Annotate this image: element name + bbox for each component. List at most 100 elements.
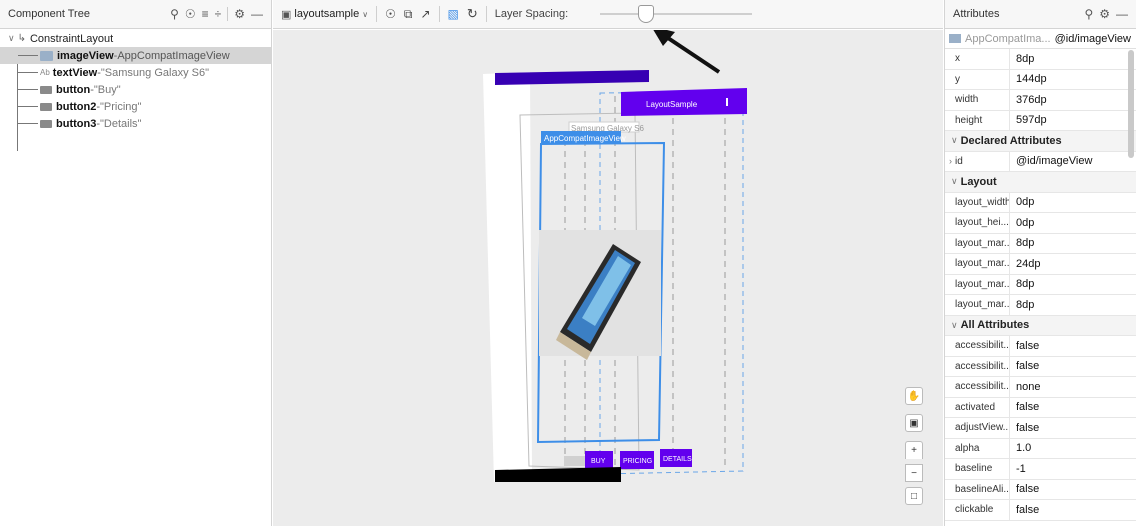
attr-value[interactable]: false [1010, 504, 1039, 516]
design-canvas[interactable]: LayoutSample Samsung Galaxy S6 AppCompat… [273, 26, 943, 526]
tree-item-type: "Samsung Galaxy S6" [100, 66, 209, 79]
attributes-table: x 8dp y 144dp width 376dp height 597dp ∨ Decl… [945, 49, 1136, 521]
layer-3d-view[interactable]: LayoutSample Samsung Galaxy S6 AppCompat… [273, 26, 943, 526]
attr-key: width [945, 90, 1010, 110]
attr-value[interactable]: 8dp [1010, 278, 1034, 290]
attr-value[interactable]: 0dp [1010, 217, 1034, 229]
minimize-icon[interactable]: — [1116, 8, 1128, 20]
section-all-attributes[interactable]: ∨ All Attributes [945, 315, 1136, 336]
attr-row-layout[interactable]: layout_mar... 8dp [945, 233, 1136, 254]
attr-row-all[interactable]: baselineAli... false [945, 479, 1136, 500]
attr-row-layout[interactable]: layout_mar... 8dp [945, 295, 1136, 316]
attr-key: alpha [945, 438, 1010, 458]
attr-row-x[interactable]: x 8dp [945, 49, 1136, 70]
tree-branch [18, 123, 38, 124]
attr-row-width[interactable]: width 376dp [945, 90, 1136, 111]
minimize-icon[interactable]: — [251, 8, 263, 20]
layer-spacing-slider-thumb[interactable] [638, 5, 654, 23]
attr-key: clickable [945, 500, 1010, 520]
zoom-out-icon[interactable]: − [905, 464, 923, 482]
refresh-icon[interactable]: ↻ [467, 6, 478, 22]
chevron-right-icon[interactable]: › [949, 156, 952, 166]
attr-row-layout[interactable]: layout_mar... 24dp [945, 254, 1136, 275]
component-tree-title: Component Tree [8, 8, 90, 20]
chevron-down-icon: ∨ [951, 319, 958, 330]
attr-value[interactable]: false [1010, 422, 1039, 434]
attr-row-layout[interactable]: layout_width 0dp [945, 192, 1136, 213]
divider [227, 7, 229, 21]
gear-icon[interactable]: ⚙ [234, 8, 245, 20]
selected-component-summary: AppCompatIma... @id/imageView [945, 29, 1136, 49]
attr-value[interactable]: 24dp [1010, 258, 1040, 270]
layer-spacing-slider-track[interactable] [600, 13, 752, 15]
zoom-to-fit-icon[interactable]: □ [905, 487, 923, 505]
attr-value[interactable]: 0dp [1010, 196, 1034, 208]
tree-branch [18, 55, 38, 56]
attr-row-all[interactable]: baseline -1 [945, 459, 1136, 480]
attr-value[interactable]: false [1010, 340, 1039, 352]
tree-item-button2[interactable]: button2 - "Pricing" [0, 98, 271, 115]
tree-branch [18, 72, 38, 73]
attr-row-all[interactable]: adjustView... false [945, 418, 1136, 439]
fit-icon[interactable]: ▣ [905, 414, 923, 432]
attr-value[interactable]: 8dp [1010, 299, 1034, 311]
attr-key: adjustView... [945, 418, 1010, 438]
gear-icon[interactable]: ⚙ [1099, 8, 1110, 20]
attr-value[interactable]: false [1010, 401, 1039, 413]
attr-row-all[interactable]: accessibilit... false [945, 336, 1136, 357]
snapshot-icon[interactable]: ⧉ [404, 7, 413, 22]
search-icon[interactable]: ⚲ [170, 8, 179, 20]
attr-row-all[interactable]: activated false [945, 397, 1136, 418]
attr-row-y[interactable]: y 144dp [945, 69, 1136, 90]
collapse-all-icon[interactable]: ÷ [215, 8, 222, 20]
tree-item-name: button3 [56, 117, 97, 130]
attr-value[interactable]: 144dp [1010, 73, 1047, 85]
zoom-in-icon[interactable]: + [905, 441, 923, 459]
status-bar-layer [495, 70, 649, 85]
attr-value[interactable]: 376dp [1010, 94, 1047, 106]
attributes-scrollbar[interactable] [1128, 50, 1134, 158]
attr-row-id[interactable]: › id @id/imageView [945, 151, 1136, 172]
attr-value[interactable]: 1.0 [1010, 442, 1031, 454]
eye-icon[interactable]: ☉ [385, 7, 396, 21]
attr-value[interactable]: 597dp [1010, 114, 1047, 126]
section-title: All Attributes [960, 319, 1030, 332]
tree-item-button3[interactable]: button3 - "Details" [0, 115, 271, 132]
tree-item-textview[interactable]: Ab textView - "Samsung Galaxy S6" [0, 64, 271, 81]
attr-row-height[interactable]: height 597dp [945, 110, 1136, 131]
attr-value[interactable]: @id/imageView [1010, 155, 1092, 167]
attr-row-layout[interactable]: layout_mar... 8dp [945, 274, 1136, 295]
attr-row-all[interactable]: clickable false [945, 500, 1136, 521]
attr-value[interactable]: 8dp [1010, 53, 1034, 65]
layout-select-dropdown[interactable]: ▣ layoutsample ∨ [281, 8, 368, 21]
attr-value[interactable]: -1 [1010, 463, 1026, 475]
annotation-arrow [663, 34, 721, 74]
image-view-icon [949, 34, 961, 43]
button-pricing-label: PRICING [623, 458, 652, 465]
chevron-down-icon[interactable]: ∨ [8, 33, 15, 44]
eye-icon[interactable]: ☉ [185, 8, 196, 20]
section-declared-attributes[interactable]: ∨ Declared Attributes [945, 131, 1136, 152]
attr-value[interactable]: none [1010, 381, 1040, 393]
pan-hand-icon[interactable]: ✋ [905, 387, 923, 405]
attr-value[interactable]: false [1010, 360, 1039, 372]
attr-key: layout_mar... [945, 295, 1010, 315]
attr-row-all[interactable]: accessibilit... none [945, 377, 1136, 398]
export-icon[interactable]: ↗ [420, 7, 430, 21]
attr-value[interactable]: false [1010, 483, 1039, 495]
attr-row-layout[interactable]: layout_hei... 0dp [945, 213, 1136, 234]
tree-item-button[interactable]: button - "Buy" [0, 81, 271, 98]
attributes-title: Attributes [953, 8, 1000, 20]
expand-all-icon[interactable]: ≡ [202, 8, 209, 20]
tree-root-constraintlayout[interactable]: ∨ ↳ ConstraintLayout [0, 30, 271, 47]
attr-row-all[interactable]: accessibilit... false [945, 356, 1136, 377]
tree-branch [18, 106, 38, 107]
attr-value[interactable]: 8dp [1010, 237, 1034, 249]
component-tree-panel: Component Tree ⚲ ☉ ≡ ÷ ⚙ — ∨ ↳ Constrain… [0, 0, 272, 526]
section-layout[interactable]: ∨ Layout [945, 172, 1136, 193]
live-update-icon[interactable]: ▧ [448, 7, 459, 21]
layer-spacing-label: Layer Spacing: [494, 8, 569, 20]
search-icon[interactable]: ⚲ [1084, 8, 1093, 20]
attr-row-all[interactable]: alpha 1.0 [945, 438, 1136, 459]
tree-item-imageview[interactable]: imageView - AppCompatImageView [0, 47, 271, 64]
